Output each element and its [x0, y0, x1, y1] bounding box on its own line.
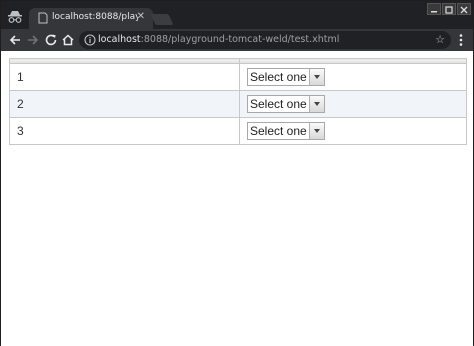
address-bar[interactable]: localhost:8088/playground-tomcat-weld/te…	[79, 31, 451, 49]
page-favicon-icon	[38, 12, 48, 24]
title-bar: localhost:8088/playground ✕	[1, 1, 473, 29]
row-number: 3	[9, 117, 240, 145]
forward-arrow-icon[interactable]	[25, 32, 41, 48]
url-path: :8088/playground-tomcat-weld/test.xhtml	[140, 34, 340, 45]
url-host: localhost	[98, 34, 141, 45]
dropdown-trigger[interactable]	[309, 69, 324, 85]
close-icon	[460, 6, 468, 14]
close-window-button[interactable]	[457, 3, 471, 15]
new-tab-button[interactable]	[150, 14, 174, 25]
info-icon[interactable]	[84, 34, 96, 46]
url-text[interactable]: localhost:8088/playground-tomcat-weld/te…	[98, 34, 339, 45]
dropdown-trigger[interactable]	[309, 123, 324, 139]
maximize-button[interactable]	[442, 3, 456, 15]
home-icon[interactable]	[60, 32, 76, 48]
table-row: 3 Select one	[9, 117, 467, 145]
page-content: 1 Select one 2 Select one 3 Select one	[1, 51, 473, 346]
incognito-icon	[8, 11, 22, 23]
table-row: 2 Select one	[9, 90, 467, 118]
maximize-icon	[445, 6, 453, 14]
bookmark-star-icon[interactable]: ☆	[435, 33, 445, 46]
reload-icon[interactable]	[43, 32, 59, 48]
chevron-down-icon	[314, 129, 320, 133]
menu-dots-icon[interactable]	[456, 32, 466, 48]
tab-title: localhost:8088/playground	[52, 12, 138, 22]
browser-toolbar: localhost:8088/playground-tomcat-weld/te…	[1, 29, 473, 51]
select-one-menu[interactable]: Select one	[247, 95, 325, 113]
select-cell: Select one	[239, 63, 467, 91]
browser-tab[interactable]: localhost:8088/playground ✕	[29, 8, 153, 29]
tab-close-icon[interactable]: ✕	[137, 11, 145, 22]
minimize-button[interactable]	[427, 3, 441, 15]
dropdown-trigger[interactable]	[309, 96, 324, 112]
row-number: 2	[9, 90, 240, 118]
table-row: 1 Select one	[9, 63, 467, 91]
minimize-icon	[431, 11, 437, 13]
select-label: Select one	[250, 124, 307, 138]
chevron-down-icon	[314, 102, 320, 106]
select-one-menu[interactable]: Select one	[247, 122, 325, 140]
back-arrow-icon[interactable]	[7, 32, 23, 48]
select-cell: Select one	[239, 90, 467, 118]
select-label: Select one	[250, 70, 307, 84]
select-one-menu[interactable]: Select one	[247, 68, 325, 86]
select-cell: Select one	[239, 117, 467, 145]
select-label: Select one	[250, 97, 307, 111]
data-table: 1 Select one 2 Select one 3 Select one	[9, 58, 467, 145]
row-number: 1	[9, 63, 240, 91]
chevron-down-icon	[314, 75, 320, 79]
browser-window: localhost:8088/playground ✕	[0, 0, 474, 346]
